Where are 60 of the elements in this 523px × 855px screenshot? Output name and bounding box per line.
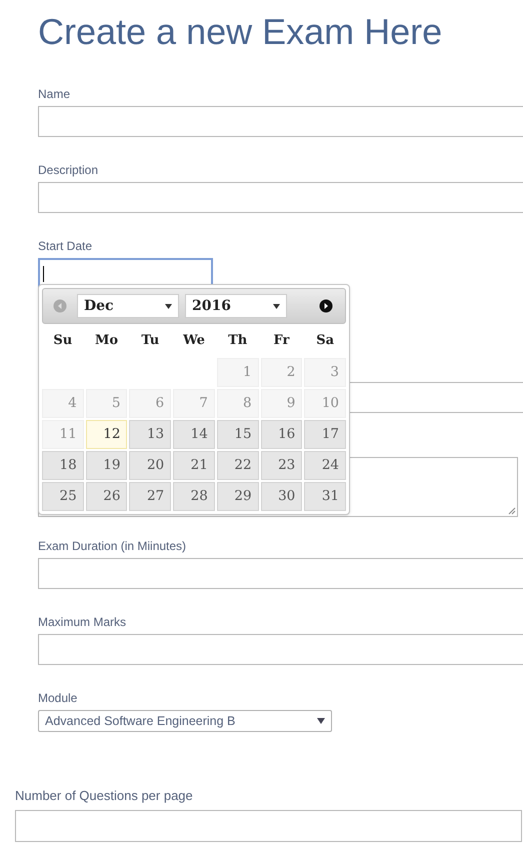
field-label: Module (38, 691, 78, 706)
text-field[interactable] (38, 634, 523, 665)
day-cell[interactable]: 21 (173, 451, 215, 480)
day-cell: 2 (260, 358, 302, 387)
field-label: Name (38, 87, 72, 102)
day-cell: 3 (304, 358, 346, 387)
day-cell[interactable]: 31 (304, 482, 346, 511)
weekday-label: Fr (272, 332, 290, 350)
day-cell[interactable]: 16 (260, 420, 302, 449)
caret-icon (165, 304, 172, 308)
field-label: Number of Questions per page (15, 788, 194, 804)
day-cell[interactable]: 23 (260, 451, 302, 480)
weekday-label: We (182, 332, 206, 350)
weekday-label: Su (52, 332, 74, 350)
weekday-label: Mo (94, 332, 120, 350)
month-select[interactable]: Dec (77, 294, 179, 318)
text-field[interactable] (38, 182, 523, 213)
day-cell[interactable]: 28 (173, 482, 215, 511)
module-select[interactable]: Advanced Software Engineering B (38, 710, 332, 732)
text-cursor (43, 266, 44, 282)
caret-icon (317, 718, 325, 724)
resize-handle-icon[interactable] (508, 507, 516, 515)
field-label: Exam Duration (in Miinutes) (38, 539, 188, 554)
day-cell[interactable]: 25 (42, 482, 84, 511)
day-cell[interactable]: 30 (260, 482, 302, 511)
day-cell[interactable]: 24 (304, 451, 346, 480)
text-field[interactable] (38, 558, 523, 589)
weekday-label: Tu (140, 332, 160, 350)
day-cell: 1 (216, 358, 259, 387)
day-cell: 5 (86, 389, 128, 418)
day-cell: 10 (304, 389, 346, 418)
day-cell[interactable]: 19 (86, 451, 128, 480)
caret-icon (273, 304, 280, 308)
field-label: Start Date (38, 239, 94, 254)
day-cell[interactable]: 26 (86, 482, 128, 511)
next-month-icon[interactable] (319, 299, 333, 313)
text-field[interactable] (15, 810, 522, 842)
day-cell: 8 (216, 389, 259, 418)
day-cell: 6 (129, 389, 172, 418)
day-cell[interactable]: 12 (86, 420, 128, 449)
day-cell: 9 (260, 389, 302, 418)
day-cell[interactable]: 27 (129, 482, 172, 511)
day-cell[interactable]: 17 (304, 420, 346, 449)
field-label: Maximum Marks (38, 615, 128, 630)
day-cell: 7 (173, 389, 215, 418)
year-select[interactable]: 2016 (185, 294, 287, 318)
day-cell[interactable]: 13 (129, 420, 172, 449)
field-label: Description (38, 163, 100, 178)
day-cell[interactable]: 29 (216, 482, 259, 511)
page-title: Create a new Exam Here (38, 10, 444, 54)
day-cell[interactable]: 22 (216, 451, 259, 480)
day-cell[interactable]: 20 (129, 451, 172, 480)
text-field[interactable] (38, 106, 523, 137)
day-cell: 4 (42, 389, 84, 418)
day-cell[interactable]: 15 (216, 420, 259, 449)
weekday-label: Sa (315, 332, 336, 350)
day-cell[interactable]: 14 (173, 420, 215, 449)
day-cell: 11 (42, 420, 84, 449)
weekday-label: Th (227, 332, 248, 350)
day-cell[interactable]: 18 (42, 451, 84, 480)
